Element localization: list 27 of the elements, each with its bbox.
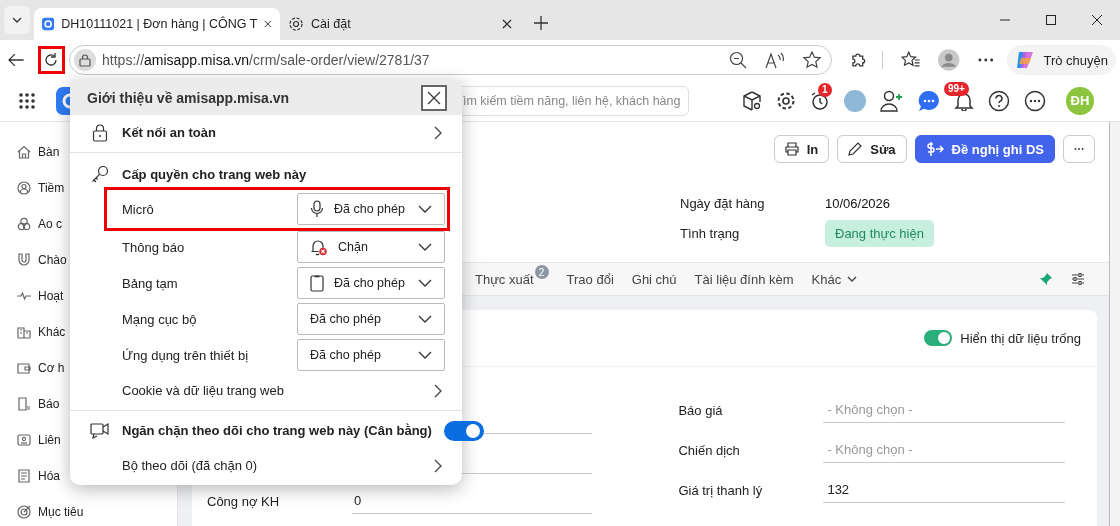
tracking-label: Ngăn chặn theo dõi cho trang web này (Cân bằng) [122, 423, 432, 438]
section-heading: Cấp quyền cho trang web này [122, 166, 308, 182]
field-label: Giá trị thanh lý [678, 481, 764, 500]
field-value: 10/06/2026 [825, 195, 891, 211]
field-label: Ngày đặt hàng [680, 195, 766, 211]
permission-label: Bảng tạm [122, 275, 179, 291]
permission-label: Micrô [122, 201, 155, 217]
status-badge: Đang thực hiện [825, 219, 934, 247]
count-badge: 2 [534, 265, 549, 279]
popup-title: Giới thiệu về amisapp.misa.vn [87, 89, 291, 106]
permission-label: Thông báo [122, 239, 186, 255]
field-value: 132 [823, 476, 1066, 503]
field-label: Chiến dịch [678, 441, 741, 460]
field-label: Tình trạng [680, 225, 741, 241]
field-value: - Không chọn - [823, 436, 1066, 463]
notification-badge: 99+ [944, 81, 969, 96]
field-label: Công nợ KH [207, 492, 281, 511]
tab-title: DH10111021 | Đơn hàng | CÔNG T [61, 17, 258, 31]
permission-label: Ứng dụng trên thiết bị [122, 347, 250, 363]
tab-title: Cài đặt [311, 17, 352, 31]
url-text: https://amisapp.misa.vn/crm/sale-order/view/2781/37 [102, 52, 430, 68]
field-value: - Không chọn - [823, 396, 1066, 423]
notification-badge: 1 [818, 82, 832, 97]
toggle-label: Hiển thị dữ liệu trống [960, 330, 1081, 346]
permission-label: Mạng cục bộ [122, 311, 198, 327]
field-value: 0 [352, 487, 592, 514]
field-label: Báo giá [678, 401, 724, 420]
